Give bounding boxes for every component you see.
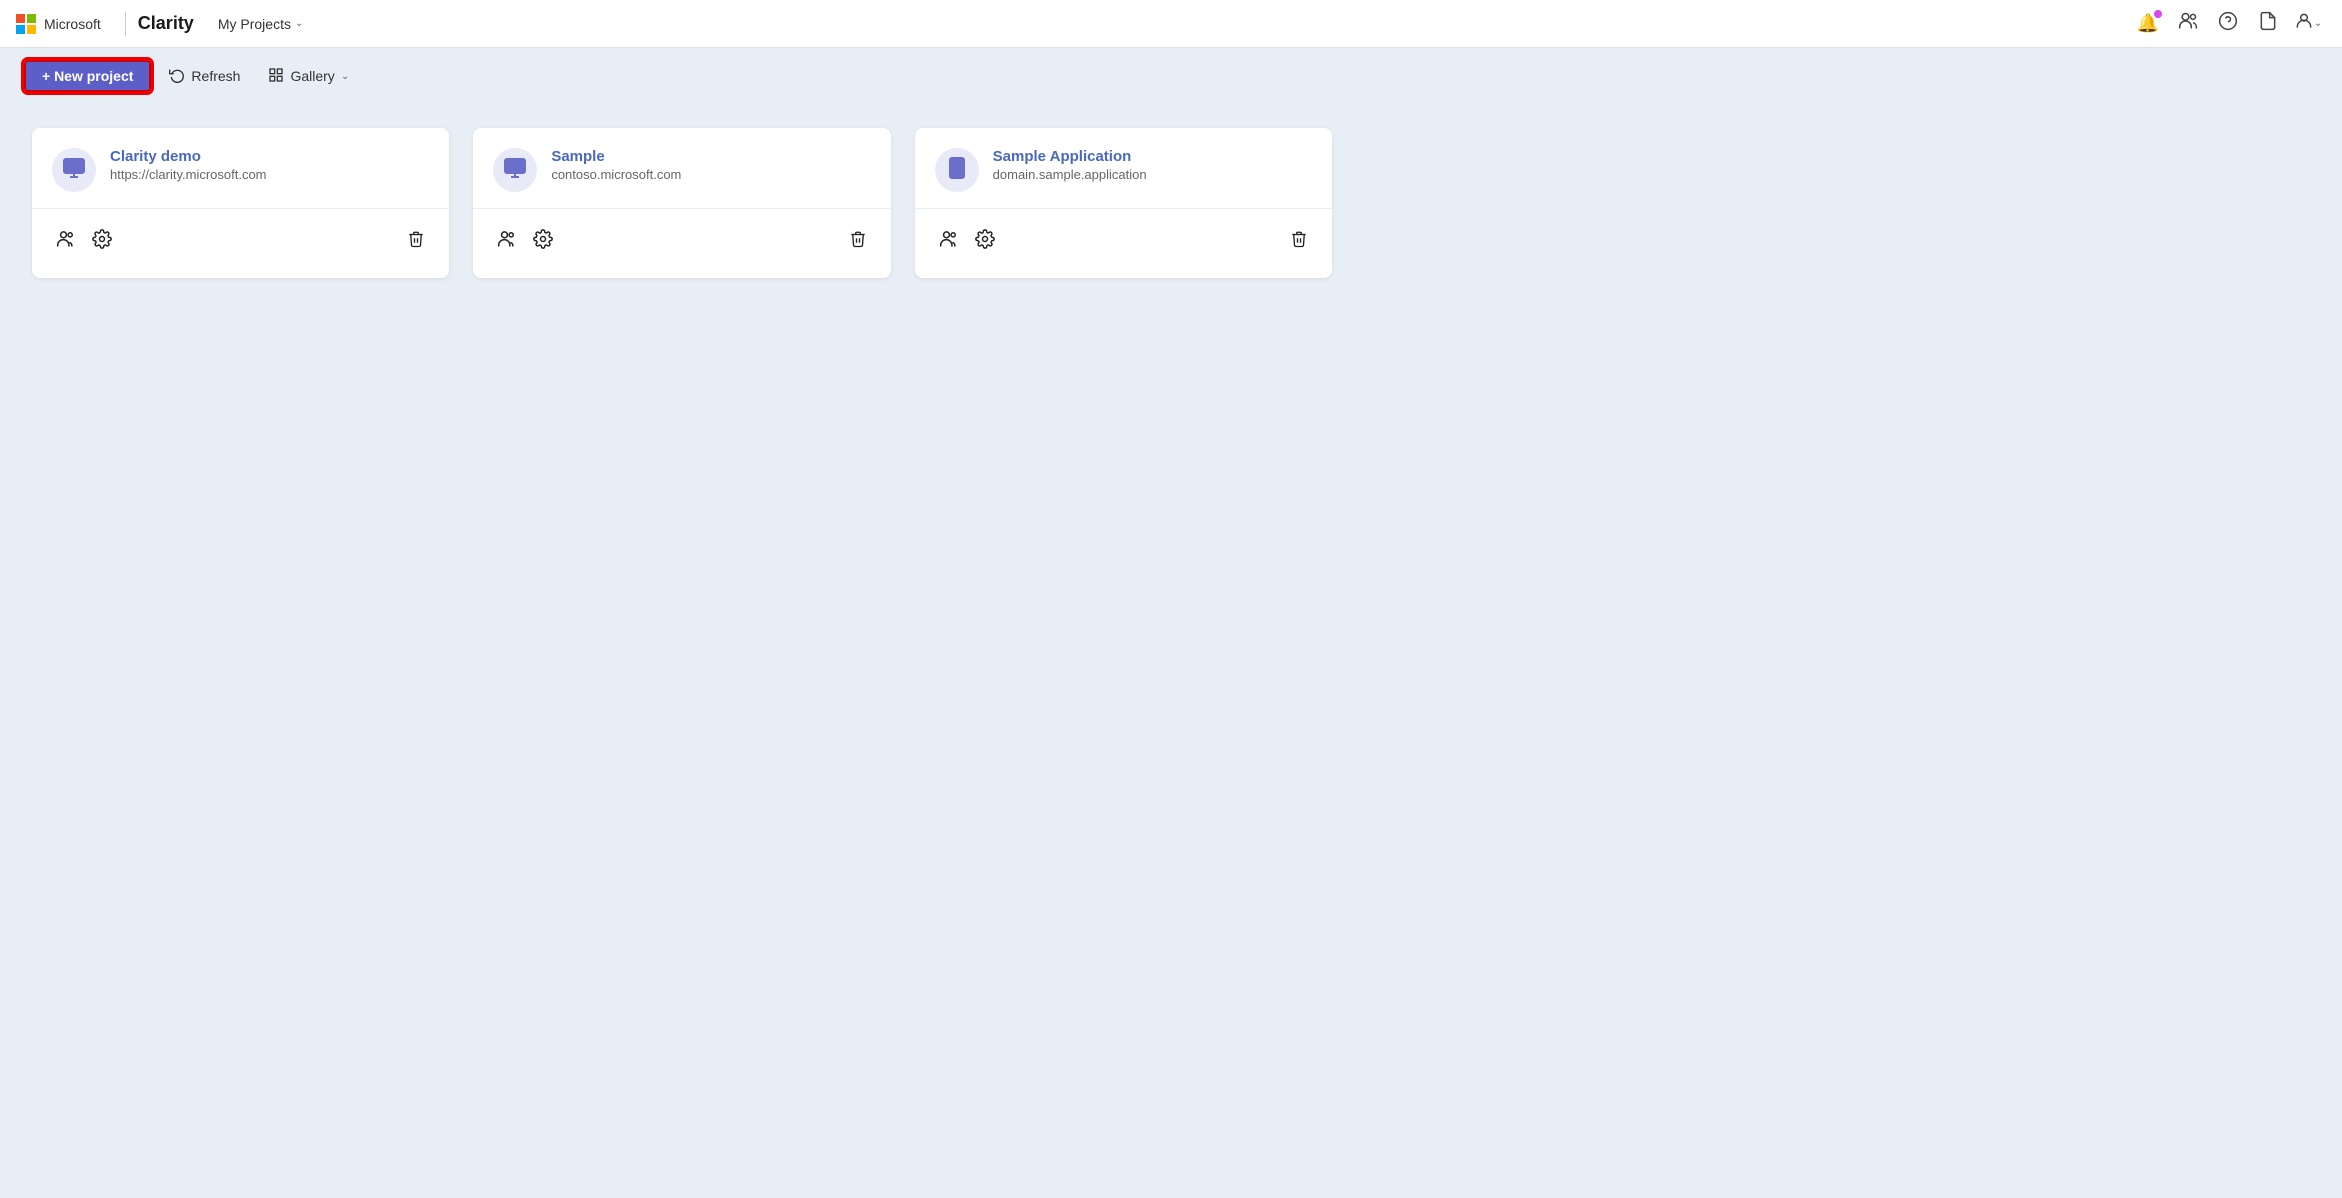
microsoft-label: Microsoft <box>44 16 101 32</box>
refresh-icon <box>169 67 185 86</box>
card-header: Sample Application domain.sample.applica… <box>935 148 1312 192</box>
project-title[interactable]: Sample Application <box>993 148 1147 165</box>
delete-icon[interactable] <box>1286 225 1312 258</box>
monitor-icon <box>62 156 86 185</box>
top-navigation: Microsoft Clarity My Projects ⌄ 🔔 <box>0 0 2342 48</box>
help-icon <box>2218 11 2238 36</box>
document-button[interactable] <box>2250 6 2286 42</box>
projects-grid: Clarity demo https://clarity.microsoft.c… <box>32 128 1332 278</box>
project-icon-wrap <box>52 148 96 192</box>
people-icon <box>2178 11 2198 36</box>
people-button[interactable] <box>2170 6 2206 42</box>
project-icon-wrap <box>935 148 979 192</box>
card-footer <box>493 225 870 258</box>
main-content: Clarity demo https://clarity.microsoft.c… <box>0 104 2342 302</box>
card-info: Clarity demo https://clarity.microsoft.c… <box>110 148 267 182</box>
nav-divider <box>125 12 126 36</box>
card-footer <box>52 225 429 258</box>
members-icon[interactable] <box>52 225 80 258</box>
app-name: Clarity <box>138 13 194 34</box>
nav-right-icons: 🔔 <box>2130 6 2326 42</box>
settings-icon[interactable] <box>971 225 999 258</box>
document-icon <box>2258 11 2278 36</box>
notification-badge <box>2154 10 2162 18</box>
toolbar: + New project Refresh Gallery ⌄ <box>0 48 2342 104</box>
project-icon-wrap <box>493 148 537 192</box>
card-header: Sample contoso.microsoft.com <box>493 148 870 192</box>
my-projects-menu[interactable]: My Projects ⌄ <box>218 16 304 32</box>
project-title[interactable]: Sample <box>551 148 681 165</box>
user-chevron-icon: ⌄ <box>2314 18 2322 29</box>
card-divider <box>915 208 1332 209</box>
gallery-chevron-icon: ⌄ <box>341 71 349 82</box>
my-projects-label: My Projects <box>218 16 291 32</box>
help-button[interactable] <box>2210 6 2246 42</box>
project-url: contoso.microsoft.com <box>551 167 681 182</box>
new-project-button[interactable]: + New project <box>24 60 151 92</box>
project-card: Sample contoso.microsoft.com <box>473 128 890 278</box>
refresh-label: Refresh <box>191 68 240 84</box>
members-icon[interactable] <box>493 225 521 258</box>
project-url: https://clarity.microsoft.com <box>110 167 267 182</box>
card-header: Clarity demo https://clarity.microsoft.c… <box>52 148 429 192</box>
microsoft-logo: Microsoft <box>16 14 101 34</box>
gallery-button[interactable]: Gallery ⌄ <box>258 61 359 92</box>
user-button[interactable]: ⌄ <box>2290 6 2326 42</box>
card-info: Sample contoso.microsoft.com <box>551 148 681 182</box>
delete-icon[interactable] <box>845 225 871 258</box>
bell-button[interactable]: 🔔 <box>2130 6 2166 42</box>
gallery-icon <box>268 67 284 86</box>
project-card: Sample Application domain.sample.applica… <box>915 128 1332 278</box>
project-url: domain.sample.application <box>993 167 1147 182</box>
microsoft-grid-icon <box>16 14 36 34</box>
members-icon[interactable] <box>935 225 963 258</box>
user-icon <box>2294 11 2314 36</box>
project-card: Clarity demo https://clarity.microsoft.c… <box>32 128 449 278</box>
monitor-icon <box>503 156 527 185</box>
card-footer <box>935 225 1312 258</box>
delete-icon[interactable] <box>403 225 429 258</box>
gallery-label: Gallery <box>290 68 334 84</box>
settings-icon[interactable] <box>529 225 557 258</box>
settings-icon[interactable] <box>88 225 116 258</box>
project-title[interactable]: Clarity demo <box>110 148 267 165</box>
refresh-button[interactable]: Refresh <box>159 61 250 92</box>
card-divider <box>473 208 890 209</box>
card-info: Sample Application domain.sample.applica… <box>993 148 1147 182</box>
card-divider <box>32 208 449 209</box>
phone-icon <box>945 156 969 185</box>
chevron-down-icon: ⌄ <box>295 18 303 29</box>
